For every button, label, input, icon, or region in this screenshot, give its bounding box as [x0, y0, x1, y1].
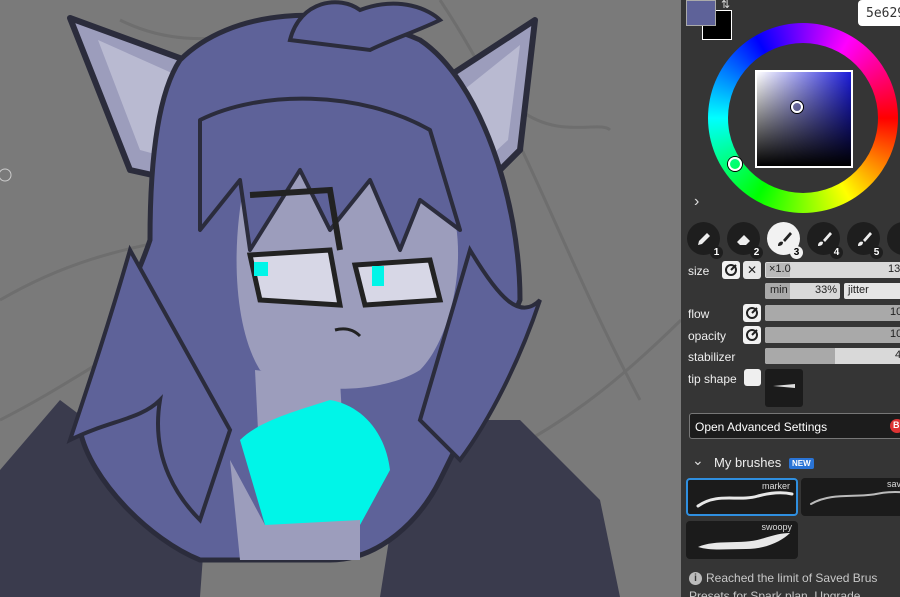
tool-brush-4-button[interactable]: 4 [807, 222, 843, 259]
advanced-badge: B [890, 419, 900, 433]
jitter-label: jitter [848, 284, 869, 296]
my-brushes-title: My brushes [714, 455, 782, 470]
tip-shape-toggle[interactable] [744, 369, 761, 386]
open-advanced-settings-button[interactable]: Open Advanced Settings [689, 413, 900, 439]
opacity-value: 10 [890, 328, 900, 340]
min-size-slider[interactable]: min 33% [765, 283, 840, 299]
brush-icon [895, 230, 900, 248]
pressure-icon [725, 264, 737, 276]
eraser-icon [736, 234, 750, 245]
flow-fill [765, 305, 900, 321]
stabilizer-fill [765, 348, 835, 364]
tip-shape-icon [773, 384, 795, 388]
tool-number: 3 [790, 246, 803, 259]
tool-eraser-button[interactable]: 2 [727, 222, 763, 259]
drawing-canvas[interactable] [0, 0, 681, 597]
sv-picker-handle[interactable] [791, 101, 803, 113]
size-value: 13 [888, 263, 900, 275]
min-label: min [770, 284, 788, 296]
pressure-size-toggle[interactable] [722, 261, 740, 279]
chevron-down-icon[interactable]: ⌄ [692, 452, 704, 469]
primary-color-swatch[interactable] [686, 0, 716, 26]
jitter-slider[interactable]: jitter [844, 283, 900, 299]
brush-icon [857, 231, 872, 246]
tool-number: 2 [750, 246, 763, 259]
saturation-value-square[interactable] [755, 70, 853, 168]
artwork [0, 0, 681, 597]
hue-picker-handle[interactable] [728, 157, 742, 171]
info-icon: i [689, 572, 702, 585]
tool-panel: ⇅ 5e629 › 1 2 3 4 5 size ✕ ×1.0 13 m [681, 0, 900, 597]
stroke-preview-icon [698, 533, 790, 550]
swap-colors-icon[interactable]: ⇅ [721, 0, 737, 11]
opacity-slider[interactable]: 10 [765, 327, 900, 343]
brush-preset-swoopy[interactable]: swoopy [686, 521, 798, 559]
tool-number: 1 [710, 246, 723, 259]
new-badge: NEW [789, 458, 814, 469]
chevron-right-icon[interactable]: › [694, 193, 706, 210]
stroke-preview-icon [810, 491, 900, 505]
stabilizer-label: stabilizer [688, 350, 736, 364]
tool-brush-3-button[interactable]: 3 [767, 222, 803, 259]
tool-number: 5 [870, 246, 883, 259]
brush-preset-saved[interactable]: sav [801, 478, 900, 516]
flow-slider[interactable]: 10 [765, 305, 900, 321]
stroke-preview-icon [696, 491, 794, 508]
size-slider[interactable]: ×1.0 13 [765, 262, 900, 278]
hex-color-input[interactable]: 5e629 [858, 0, 900, 26]
opacity-fill [765, 327, 900, 343]
brush-icon [817, 231, 832, 246]
flow-label: flow [688, 307, 710, 321]
tool-pen-button[interactable]: 1 [687, 222, 723, 259]
flow-value: 10 [890, 306, 900, 318]
pen-icon [697, 232, 710, 245]
tip-shape-label: tip shape [688, 372, 737, 386]
opacity-label: opacity [688, 329, 727, 343]
close-icon[interactable]: ✕ [743, 261, 761, 279]
limit-message-line1: Reached the limit of Saved Brus [706, 571, 878, 585]
pressure-opacity-toggle[interactable] [743, 326, 761, 344]
pressure-icon [746, 307, 758, 319]
pressure-flow-toggle[interactable] [743, 304, 761, 322]
size-multiplier: ×1.0 [769, 263, 791, 275]
min-value: 33% [815, 284, 838, 296]
pressure-icon [746, 329, 758, 341]
brush-icon [777, 231, 792, 246]
stabilizer-slider[interactable]: 4 [765, 348, 900, 364]
brush-preset-marker[interactable]: marker [686, 478, 798, 516]
tool-more-button[interactable] [887, 222, 900, 255]
tool-brush-5-button[interactable]: 5 [847, 222, 883, 259]
limit-message-line2: Presets for Spark plan. Upgrade [689, 589, 861, 597]
tip-shape-preview[interactable] [765, 369, 803, 407]
size-label: size [688, 264, 710, 278]
stabilizer-value: 4 [895, 349, 900, 361]
tool-number: 4 [830, 246, 843, 259]
